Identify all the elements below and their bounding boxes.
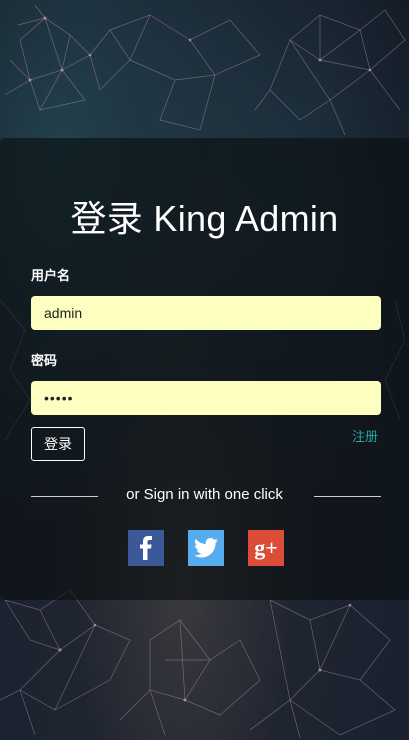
username-input[interactable]: [31, 296, 381, 330]
twitter-button[interactable]: [188, 530, 224, 566]
facebook-button[interactable]: [128, 530, 164, 566]
page-title: 登录 King Admin: [70, 198, 339, 239]
facebook-icon: [140, 536, 152, 560]
login-button[interactable]: 登录: [31, 427, 85, 461]
password-label: 密码: [31, 353, 58, 368]
twitter-icon: [194, 538, 218, 558]
password-input[interactable]: [31, 381, 381, 415]
social-signin-text: or Sign in with one click: [126, 486, 283, 503]
google-plus-button[interactable]: g+: [248, 530, 284, 566]
username-label: 用户名: [31, 268, 71, 283]
google-plus-icon: g+: [254, 535, 278, 560]
register-link[interactable]: 注册: [352, 426, 378, 445]
divider-line-right: [314, 496, 381, 497]
